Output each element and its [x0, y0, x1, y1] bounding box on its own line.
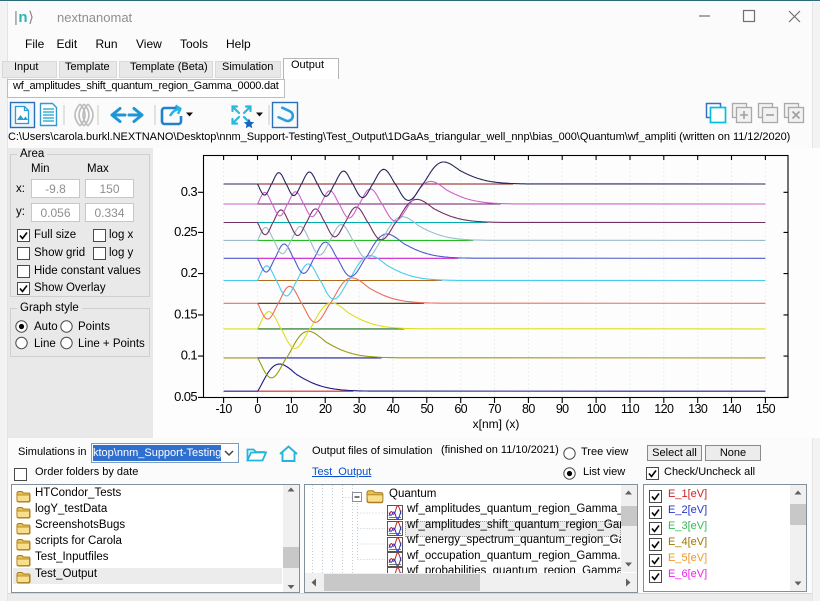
svg-text:0.05: 0.05 — [174, 389, 197, 404]
svg-text:0.3: 0.3 — [181, 184, 198, 199]
svg-text:60: 60 — [454, 402, 467, 416]
svg-text:x[nm] (x): x[nm] (x) — [473, 417, 520, 431]
svg-text:0.25: 0.25 — [174, 224, 197, 239]
svg-text:0.15: 0.15 — [174, 306, 197, 321]
svg-text:0.2: 0.2 — [181, 265, 198, 280]
svg-text:110: 110 — [621, 402, 640, 416]
svg-text:50: 50 — [420, 402, 433, 416]
svg-text:140: 140 — [722, 402, 742, 416]
svg-text:0: 0 — [254, 402, 261, 416]
svg-text:80: 80 — [522, 402, 535, 416]
svg-text:90: 90 — [556, 402, 569, 416]
svg-text:100: 100 — [587, 402, 607, 416]
svg-text:120: 120 — [654, 402, 674, 416]
svg-text:70: 70 — [488, 402, 501, 416]
svg-text:20: 20 — [319, 402, 332, 416]
svg-text:130: 130 — [688, 402, 708, 416]
svg-text:30: 30 — [353, 402, 366, 416]
svg-text:40: 40 — [387, 402, 400, 416]
svg-text:10: 10 — [285, 402, 298, 416]
svg-text:150: 150 — [756, 402, 776, 416]
svg-text:0.1: 0.1 — [181, 348, 198, 363]
svg-text:-10: -10 — [215, 402, 232, 416]
